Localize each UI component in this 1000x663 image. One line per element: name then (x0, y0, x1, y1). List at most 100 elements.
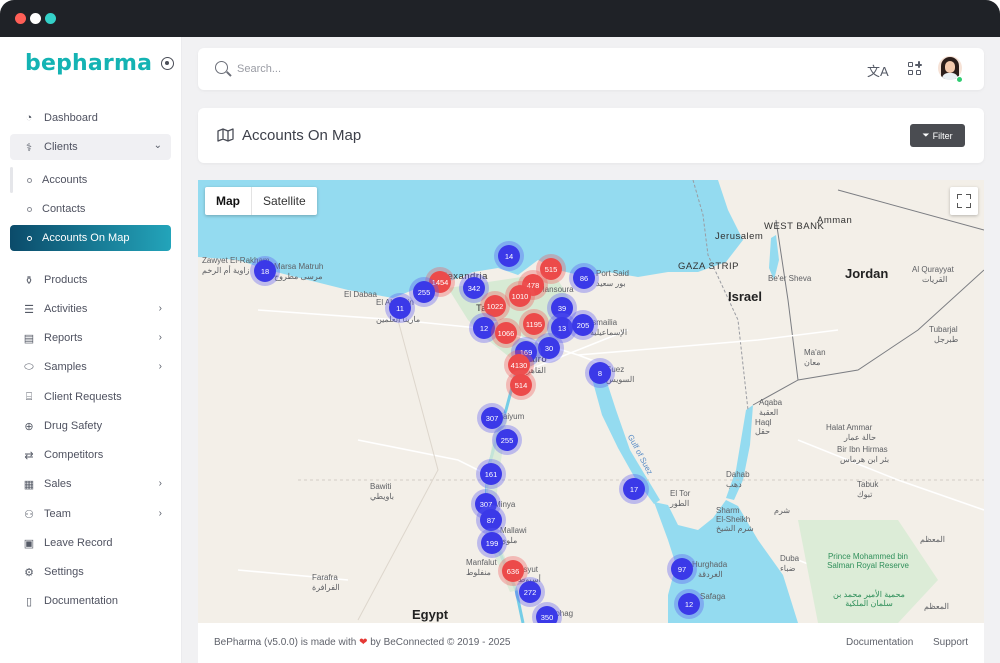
map-cluster-marker[interactable]: 342 (463, 277, 485, 299)
sidebar-item-samples[interactable]: ⬭ Samples › (10, 355, 171, 379)
map-cluster-marker[interactable]: 86 (573, 267, 595, 289)
sidebar-item-label: Competitors (44, 449, 104, 461)
sidebar-subitem-label: Accounts (42, 174, 88, 186)
footer-copyright: BePharma (v5.0.0) is made with ❤ by BeCo… (214, 637, 510, 648)
map-cluster-marker[interactable]: 161 (480, 463, 502, 485)
sidebar-item-label: Team (44, 508, 71, 520)
close-window-button[interactable] (15, 13, 26, 24)
map-label: Israel (728, 289, 762, 304)
map-label: Dahab (726, 470, 750, 479)
map-label: Egypt (412, 607, 449, 622)
map-label: الطور (670, 499, 690, 508)
sidebar-item-settings[interactable]: ⚙ Settings (10, 560, 171, 584)
pills-icon: ⬭ (24, 360, 34, 373)
sidebar-item-client-requests[interactable]: ⌸ Client Requests (10, 385, 171, 409)
map-cluster-marker[interactable]: 205 (572, 314, 594, 336)
map-label: Manfalut (466, 558, 497, 567)
map-cluster-marker[interactable]: 514 (510, 374, 532, 396)
map-cluster-marker[interactable]: 18 (254, 260, 276, 282)
map-type-satellite-button[interactable]: Satellite (252, 187, 317, 215)
map-cluster-marker[interactable]: 14 (498, 245, 520, 267)
map-cluster-marker[interactable]: 1066 (495, 322, 517, 344)
map-label: Tubarjal (929, 325, 958, 334)
map-cluster-marker[interactable]: 30 (538, 337, 560, 359)
map-label: Safaga (700, 592, 726, 601)
maximize-window-button[interactable] (45, 13, 56, 24)
search-input[interactable] (237, 60, 537, 78)
chevron-down-icon: ⌄ (153, 140, 162, 151)
map-cluster-marker[interactable]: 307 (481, 407, 503, 429)
map-cluster-marker[interactable]: 11 (389, 297, 411, 319)
map-cluster-marker[interactable]: 199 (481, 532, 503, 554)
map-cluster-marker[interactable]: 17 (623, 478, 645, 500)
first-aid-icon: ⊕ (24, 420, 34, 433)
footer-documentation-link[interactable]: Documentation (846, 637, 913, 648)
filter-icon: ⏷ (922, 130, 930, 140)
map-cluster-marker[interactable]: 12 (678, 593, 700, 615)
map-icon (217, 128, 234, 142)
map-label: Farafra (312, 573, 338, 582)
map-type-map-button[interactable]: Map (205, 187, 252, 215)
fullscreen-icon[interactable] (950, 187, 978, 215)
filter-button[interactable]: ⏷ Filter (910, 124, 965, 147)
map-cluster-marker[interactable]: 13 (551, 317, 573, 339)
dashboard-icon: ◔ (25, 112, 33, 124)
map-cluster-marker[interactable]: 515 (540, 258, 562, 280)
sidebar-item-label: Samples (44, 361, 87, 373)
sidebar-item-documentation[interactable]: ▯ Documentation (10, 589, 171, 613)
map-label: بئر ابن هرماس (840, 455, 890, 464)
map-label: El Tor (670, 489, 691, 498)
map-cluster-marker[interactable]: 350 (536, 606, 558, 623)
sidebar-item-drug-safety[interactable]: ⊕ Drug Safety (10, 414, 171, 438)
map-cluster-marker[interactable]: 12 (473, 317, 495, 339)
map-cluster-marker[interactable]: 636 (502, 560, 524, 582)
map-label: ضباء (780, 564, 796, 573)
collapse-sidebar-icon[interactable] (161, 57, 174, 70)
stethoscope-icon: ⚕ (26, 141, 32, 154)
sidebar-item-clients[interactable]: ⚕ Clients ⌄ (10, 134, 171, 160)
map-cluster-marker[interactable]: 1010 (509, 285, 531, 307)
map-cluster-marker[interactable]: 272 (519, 581, 541, 603)
map-cluster-marker[interactable]: 255 (413, 281, 435, 303)
map-cluster-marker[interactable]: 87 (480, 509, 502, 531)
map-cluster-marker[interactable]: 97 (671, 558, 693, 580)
footer-text-end: by BeConnected © 2019 - 2025 (370, 637, 511, 648)
sidebar-item-activities[interactable]: ☰ Activities › (10, 297, 171, 321)
sidebar-subitem-accounts[interactable]: Accounts (10, 167, 171, 193)
sidebar-item-label: Client Requests (44, 391, 122, 403)
map-cluster-marker[interactable]: 4130 (508, 354, 530, 376)
map-cluster-marker[interactable]: 1195 (523, 313, 545, 335)
map-cluster-marker[interactable]: 39 (551, 297, 573, 319)
footer-support-link[interactable]: Support (933, 637, 968, 648)
minimize-window-button[interactable] (30, 13, 41, 24)
translate-icon[interactable]: 文A (867, 61, 889, 80)
sidebar-item-products[interactable]: ⚱ Products (10, 268, 171, 292)
map-label: El-Sheikh (716, 515, 751, 524)
add-apps-icon[interactable] (908, 61, 922, 76)
map-label: Mallawi (500, 526, 527, 535)
map-label: Be'er Sheva (768, 274, 812, 283)
top-navbar: 文A (198, 48, 984, 90)
sidebar-item-reports[interactable]: ▤ Reports › (10, 326, 171, 350)
sidebar-item-leave-record[interactable]: ▣ Leave Record (10, 531, 171, 555)
map-label: Halat Ammar (826, 423, 873, 432)
brand-logo[interactable]: bepharma (25, 51, 152, 76)
sidebar-item-label: Leave Record (44, 537, 113, 549)
sidebar-subitem-contacts[interactable]: Contacts (10, 196, 171, 222)
page-header: Accounts On Map ⏷ Filter (198, 108, 984, 163)
map-label: Ismailia (590, 318, 618, 327)
map-cluster-marker[interactable]: 255 (496, 429, 518, 451)
sidebar-item-team[interactable]: ⚇ Team › (10, 502, 171, 526)
map-label: Al Qurayyat (912, 265, 954, 274)
receipt-icon: ▦ (23, 478, 35, 491)
accounts-map[interactable]: Map Satellite Amman Jerusalem WEST BANK … (198, 180, 984, 623)
sidebar-item-competitors[interactable]: ⇄ Competitors (10, 443, 171, 467)
sidebar-item-sales[interactable]: ▦ Sales › (10, 472, 171, 496)
map-cluster-marker[interactable]: 8 (589, 362, 611, 384)
sidebar-item-dashboard[interactable]: ◔ Dashboard (10, 106, 171, 130)
map-label: محمية الأمير محمد بن سلمان الملكية (833, 590, 905, 609)
window-titlebar (0, 0, 1000, 37)
map-cluster-marker[interactable]: 1022 (484, 295, 506, 317)
sidebar-subitem-accounts-on-map[interactable]: Accounts On Map (10, 225, 171, 251)
map-label: Port Said (596, 269, 629, 278)
